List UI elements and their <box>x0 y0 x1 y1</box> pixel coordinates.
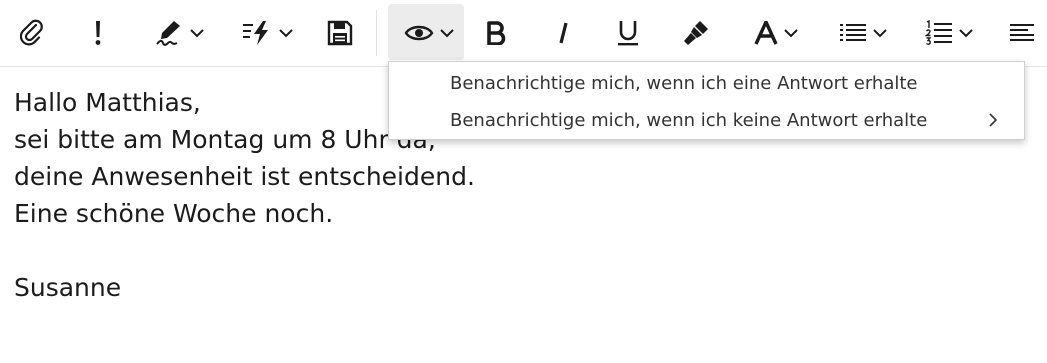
body-line: deine Anwesenheit ist entscheidend. <box>14 162 475 191</box>
numbering-button[interactable] <box>918 0 980 66</box>
align-button[interactable] <box>1004 0 1040 66</box>
paintbrush-icon <box>684 21 708 45</box>
floppy-disk-icon <box>327 20 353 46</box>
signature-button[interactable] <box>146 0 212 66</box>
body-line: Susanne <box>14 273 122 302</box>
menu-item-notify-reply[interactable]: Benachrichtige mich, wenn ich eine Antwo… <box>389 65 1024 101</box>
eye-icon <box>404 25 434 41</box>
chevron-down-icon <box>279 28 293 37</box>
font-color-icon <box>754 21 778 45</box>
font-color-button[interactable] <box>744 0 808 66</box>
underline-button[interactable] <box>610 0 646 66</box>
menu-item-label: Benachrichtige mich, wenn ich keine Antw… <box>450 109 928 131</box>
formatting-toolbar <box>0 0 1047 67</box>
save-button[interactable] <box>320 0 360 66</box>
tracking-dropdown-menu: Benachrichtige mich, wenn ich eine Antwo… <box>388 61 1025 140</box>
bullets-button[interactable] <box>832 0 894 66</box>
lightning-list-icon <box>243 21 268 45</box>
chevron-down-icon <box>873 28 887 37</box>
quick-parts-button[interactable] <box>234 0 300 66</box>
body-line: Eine schöne Woche noch. <box>14 199 334 228</box>
attach-button[interactable] <box>12 0 52 66</box>
tracking-button-content[interactable] <box>398 0 460 66</box>
numbered-list-icon <box>925 20 952 45</box>
menu-item-notify-no-reply[interactable]: Benachrichtige mich, wenn ich keine Antw… <box>389 102 1024 138</box>
chevron-down-icon <box>959 28 973 37</box>
italic-icon <box>559 22 568 44</box>
align-left-icon <box>1010 24 1034 41</box>
format-painter-button[interactable] <box>676 0 716 66</box>
chevron-right-icon <box>989 113 998 127</box>
paperclip-icon <box>20 19 43 46</box>
importance-button[interactable] <box>80 0 116 66</box>
bulleted-list-icon <box>840 24 866 41</box>
chevron-down-icon <box>190 28 204 37</box>
exclamation-icon <box>95 21 101 45</box>
signature-pen-icon <box>156 21 180 46</box>
menu-item-label: Benachrichtige mich, wenn ich eine Antwo… <box>450 72 918 94</box>
chevron-down-icon <box>440 28 454 37</box>
bold-button[interactable] <box>478 0 514 66</box>
chevron-down-icon <box>784 28 798 37</box>
body-line <box>14 232 475 269</box>
underline-icon <box>618 21 638 46</box>
toolbar-separator <box>376 10 377 56</box>
bold-icon <box>487 21 506 45</box>
italic-button[interactable] <box>546 0 582 66</box>
